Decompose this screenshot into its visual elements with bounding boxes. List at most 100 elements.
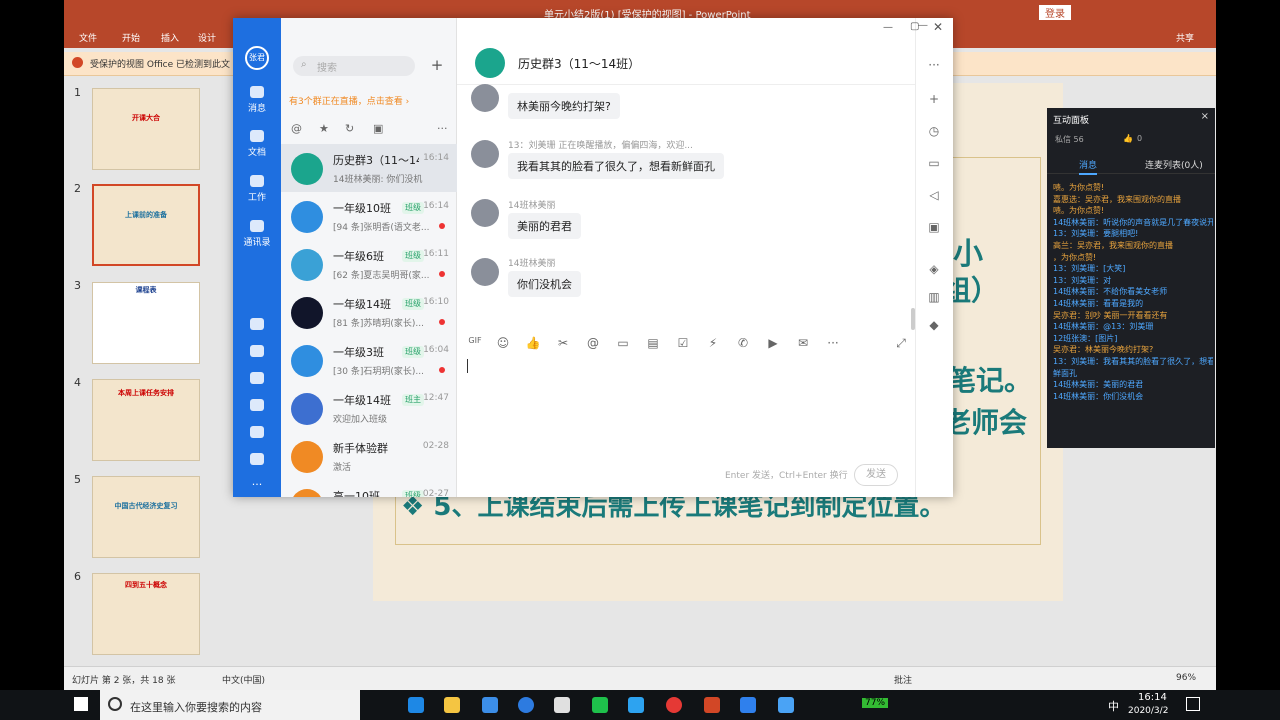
close-icon[interactable]: × bbox=[1201, 111, 1209, 122]
gif-icon[interactable]: GIF bbox=[467, 336, 483, 352]
battery-indicator[interactable]: 77% bbox=[862, 698, 889, 708]
add-member-icon[interactable]: + bbox=[926, 92, 942, 108]
thumb-title: 开课大合 bbox=[132, 114, 160, 122]
todo-icon[interactable] bbox=[233, 345, 281, 360]
avatar[interactable] bbox=[471, 84, 499, 112]
share-button[interactable]: 共享 bbox=[1176, 31, 1194, 44]
clock-time[interactable]: 16:14 bbox=[1138, 692, 1167, 703]
chat-app-icon[interactable] bbox=[740, 697, 756, 713]
folder-icon[interactable]: ▭ bbox=[926, 156, 942, 172]
conversation-item[interactable]: 一年级6班 班级 16:11 [62 条]夏志吴明哥(家... bbox=[281, 240, 457, 288]
expand-icon[interactable]: ⤢ bbox=[893, 336, 909, 352]
ime-indicator[interactable]: 中 bbox=[1108, 698, 1119, 714]
video-icon[interactable]: ▶ bbox=[765, 336, 781, 352]
powerpoint-icon[interactable] bbox=[704, 697, 720, 713]
file-icon[interactable]: ▣ bbox=[373, 122, 383, 135]
app-icon[interactable]: ◈ bbox=[926, 262, 942, 278]
minimize-button[interactable]: — bbox=[883, 22, 893, 33]
explorer-icon[interactable] bbox=[444, 697, 460, 713]
store-icon[interactable] bbox=[482, 697, 498, 713]
mention-icon[interactable]: @ bbox=[585, 336, 601, 352]
more-icon[interactable]: ··· bbox=[825, 336, 841, 352]
slide-thumbnail-selected[interactable]: 上课前的准备 bbox=[92, 184, 200, 266]
tab-mic-list[interactable]: 连麦列表(0人) bbox=[1145, 158, 1203, 171]
search-input[interactable]: ⌕ 搜索 bbox=[293, 56, 415, 76]
conversation-item[interactable]: 高一10班 班级 02-27 bbox=[281, 480, 457, 497]
tab-messages[interactable]: 消息 bbox=[1079, 158, 1098, 175]
at-icon[interactable]: @ bbox=[291, 122, 302, 135]
slide-thumbnail[interactable]: 四到五十概念 bbox=[92, 573, 200, 655]
live-banner[interactable]: 有3个群正在直播，点击查看 › bbox=[289, 94, 453, 112]
taskbar-search[interactable]: 在这里输入你要搜索的内容 bbox=[100, 690, 360, 720]
comments-button[interactable]: 批注 bbox=[894, 673, 912, 686]
mail-icon[interactable] bbox=[554, 697, 570, 713]
iqiyi-icon[interactable] bbox=[592, 697, 608, 713]
folder-icon[interactable]: ▭ bbox=[615, 336, 631, 352]
send-button[interactable]: 发送 bbox=[854, 464, 898, 486]
avatar[interactable] bbox=[471, 258, 499, 286]
clock-icon[interactable] bbox=[518, 697, 534, 713]
tab-file[interactable]: 文件 bbox=[79, 31, 97, 44]
conversation-item[interactable]: 历史群3（11～14班） 16:14 14班林美丽: 你们没机 bbox=[281, 144, 457, 192]
nav-messages[interactable]: 消息 bbox=[233, 86, 281, 114]
conversation-item[interactable]: 一年级10班 班级 16:14 [94 条]张明香(语文老... bbox=[281, 192, 457, 240]
emoji-icon[interactable]: ☺ bbox=[495, 336, 511, 352]
mail-icon[interactable]: ✉ bbox=[795, 336, 811, 352]
minimize-icon[interactable]: — bbox=[918, 20, 928, 31]
mail-icon[interactable] bbox=[233, 426, 281, 441]
scissors-icon[interactable]: ✂ bbox=[555, 336, 571, 352]
phone-icon[interactable] bbox=[233, 399, 281, 414]
tab-home[interactable]: 开始 bbox=[122, 31, 140, 44]
thumb-number: 4 bbox=[74, 376, 81, 389]
conversation-item[interactable]: 一年级14班 班级 16:10 [81 条]苏晴玥(家长)... bbox=[281, 288, 457, 336]
announce-icon[interactable]: ◁ bbox=[926, 188, 942, 204]
nav-contacts[interactable]: 通讯录 bbox=[233, 220, 281, 248]
nav-work[interactable]: 工作 bbox=[233, 175, 281, 203]
doc-icon[interactable]: ▤ bbox=[645, 336, 661, 352]
app-icon[interactable] bbox=[778, 697, 794, 713]
conversation-item[interactable]: 一年级14班 班主 12:47 欢迎加入班级 bbox=[281, 384, 457, 432]
tab-insert[interactable]: 插入 bbox=[161, 31, 179, 44]
slide-thumbnail[interactable]: 课程表 bbox=[92, 282, 200, 364]
disk-icon[interactable]: ▥ bbox=[926, 290, 942, 306]
clock-date[interactable]: 2020/3/2 bbox=[1128, 706, 1168, 716]
message-input[interactable] bbox=[457, 360, 915, 460]
refresh-icon[interactable]: ↻ bbox=[345, 122, 354, 135]
more-icon[interactable]: ··· bbox=[926, 58, 942, 74]
nav-docs[interactable]: 文档 bbox=[233, 130, 281, 158]
netease-icon[interactable] bbox=[666, 697, 682, 713]
more-icon[interactable]: ··· bbox=[233, 478, 281, 491]
tab-design[interactable]: 设计 bbox=[198, 31, 216, 44]
zoom-level[interactable]: 96% bbox=[1176, 673, 1196, 683]
call-icon[interactable]: ✆ bbox=[735, 336, 751, 352]
notification-icon[interactable] bbox=[1186, 697, 1200, 711]
like-icon[interactable]: 👍 bbox=[525, 336, 541, 352]
cube-icon[interactable]: ◆ bbox=[926, 318, 942, 334]
avatar[interactable] bbox=[471, 199, 499, 227]
calendar-icon[interactable] bbox=[233, 318, 281, 333]
conversation-item[interactable]: 新手体验群 02-28 激活 bbox=[281, 432, 457, 480]
maximize-button[interactable]: ▢ bbox=[910, 21, 919, 32]
add-button[interactable]: + bbox=[427, 56, 447, 76]
task-icon[interactable]: ☑ bbox=[675, 336, 691, 352]
slide-thumbnail[interactable]: 开课大合 bbox=[92, 88, 200, 170]
flash-icon[interactable]: ⚡ bbox=[705, 336, 721, 352]
flash-icon[interactable] bbox=[233, 372, 281, 387]
slide-thumbnail[interactable]: 本周上课任务安排 bbox=[92, 379, 200, 461]
live-icon[interactable]: ▣ bbox=[926, 220, 942, 236]
close-button[interactable]: ✕ bbox=[933, 20, 943, 34]
group-avatar[interactable] bbox=[475, 48, 505, 78]
star-icon[interactable]: ★ bbox=[319, 122, 329, 135]
conversation-item[interactable]: 一年级3班 班级 16:04 [30 条]石玥玥(家长)... bbox=[281, 336, 457, 384]
edge-icon[interactable] bbox=[408, 697, 424, 713]
login-button[interactable]: 登录 bbox=[1039, 5, 1071, 20]
windows-start-icon[interactable] bbox=[74, 697, 88, 711]
conversation-time: 02-27 bbox=[422, 489, 449, 497]
play-icon[interactable] bbox=[628, 697, 644, 713]
avatar[interactable] bbox=[471, 140, 499, 168]
history-icon[interactable]: ◷ bbox=[926, 124, 942, 140]
more-icon[interactable]: ··· bbox=[437, 122, 448, 135]
avatar[interactable]: 张君 bbox=[245, 46, 269, 70]
bell-icon[interactable] bbox=[233, 453, 281, 468]
slide-thumbnail[interactable]: 中国古代经济史复习 bbox=[92, 476, 200, 558]
